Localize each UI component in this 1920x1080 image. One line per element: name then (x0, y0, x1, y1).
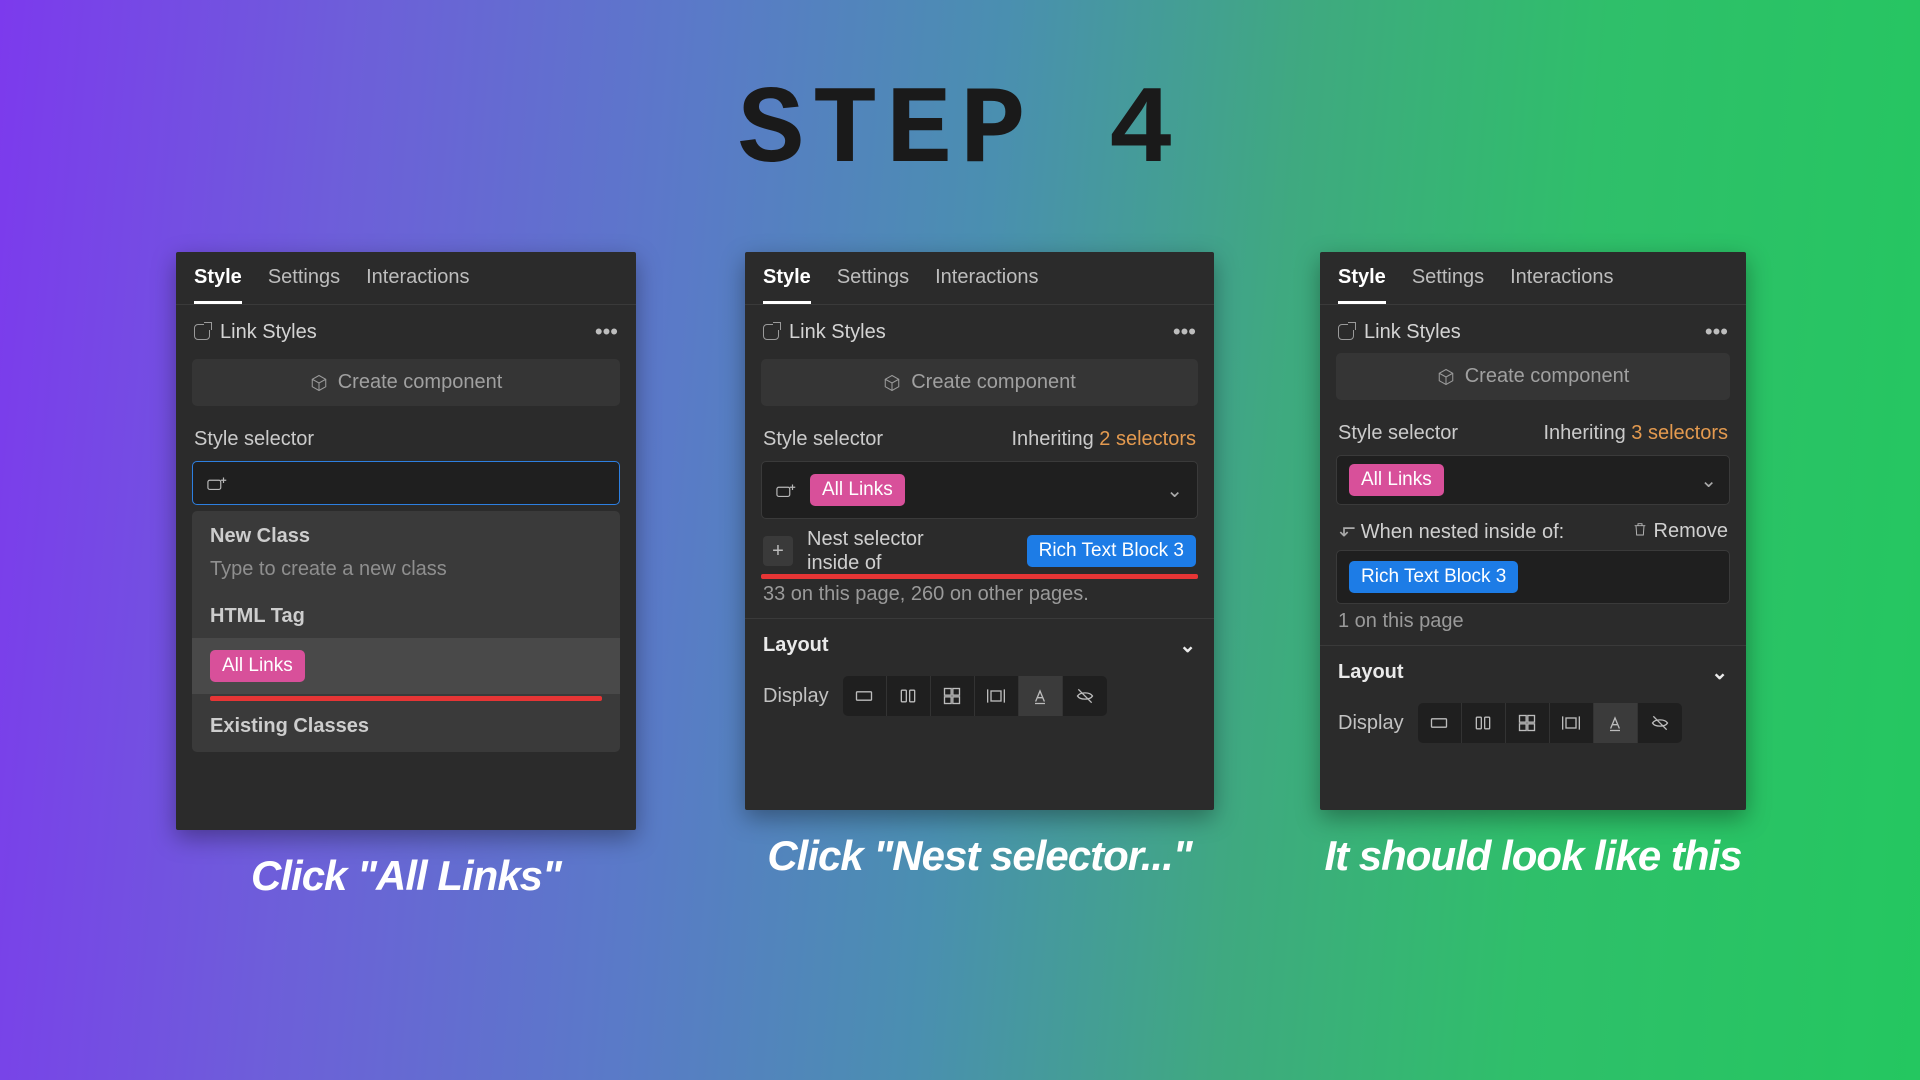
dd-item-all-links[interactable]: All Links (192, 638, 620, 694)
display-inline-button[interactable] (1594, 703, 1638, 743)
display-inline-button[interactable] (1019, 676, 1063, 716)
selector-count: 1 on this page (1320, 604, 1746, 645)
style-panel-2: Style Settings Interactions Link Styles … (745, 252, 1214, 810)
display-block-button[interactable] (1418, 703, 1462, 743)
style-selector-input[interactable]: All Links ⌄ (1336, 455, 1730, 505)
chevron-down-icon[interactable]: ⌄ (1166, 478, 1183, 503)
panel3-caption: It should look like this (1324, 832, 1741, 880)
display-grid-button[interactable] (931, 676, 975, 716)
tab-settings[interactable]: Settings (268, 266, 340, 304)
trash-icon (1632, 520, 1648, 543)
display-label: Display (763, 685, 829, 708)
remove-label: Remove (1654, 520, 1728, 543)
display-inlineblock-button[interactable] (1550, 703, 1594, 743)
breadcrumb: Link Styles (220, 321, 317, 344)
dd-existing: Existing Classes (192, 701, 620, 748)
layout-section[interactable]: Layout ⌄ (1320, 645, 1746, 699)
display-none-button[interactable] (1638, 703, 1682, 743)
panel-tabs: Style Settings Interactions (1320, 252, 1746, 305)
display-none-button[interactable] (1063, 676, 1107, 716)
all-links-pill: All Links (1349, 464, 1444, 496)
tab-style[interactable]: Style (1338, 266, 1386, 304)
style-selector-label: Style selector (194, 428, 314, 451)
dd-new-class: New Class (192, 515, 620, 558)
panel1-caption: Click "All Links" (251, 852, 561, 900)
panel2-caption: Click "Nest selector..." (767, 832, 1191, 880)
chevron-down-icon[interactable]: ⌄ (1700, 468, 1717, 493)
selector-count: 33 on this page, 260 on other pages. (745, 577, 1214, 618)
external-icon (1338, 324, 1354, 340)
style-panel-1: Style Settings Interactions Link Styles … (176, 252, 636, 830)
tab-style[interactable]: Style (763, 266, 811, 304)
tab-interactions[interactable]: Interactions (1510, 266, 1613, 304)
style-selector-input[interactable]: All Links ⌄ (761, 461, 1198, 519)
inheriting-label: Inheriting 2 selectors (1011, 428, 1196, 451)
more-icon[interactable]: ••• (1705, 319, 1728, 345)
nest-selector-label: Nest selector inside of (807, 527, 924, 575)
breadcrumb: Link Styles (789, 321, 886, 344)
nested-selector-input[interactable]: Rich Text Block 3 (1336, 550, 1730, 604)
display-grid-button[interactable] (1506, 703, 1550, 743)
remove-button[interactable]: Remove (1632, 520, 1728, 543)
layout-section[interactable]: Layout ⌄ (745, 618, 1214, 672)
tab-interactions[interactable]: Interactions (935, 266, 1038, 304)
create-component-button[interactable]: Create component (192, 359, 620, 406)
display-block-button[interactable] (843, 676, 887, 716)
display-toggle-group (1418, 703, 1682, 743)
arrow-icon: ↳ (1334, 523, 1359, 540)
tab-style[interactable]: Style (194, 266, 242, 304)
tab-settings[interactable]: Settings (1412, 266, 1484, 304)
add-class-icon (207, 474, 229, 492)
external-icon (194, 324, 210, 340)
style-panel-3: Style Settings Interactions Link Styles … (1320, 252, 1746, 810)
nested-inside-label: ↳When nested inside of: (1338, 519, 1564, 544)
inheriting-label: Inheriting 3 selectors (1543, 422, 1728, 445)
chevron-down-icon: ⌄ (1711, 660, 1728, 685)
dd-html-tag: HTML Tag (192, 595, 620, 638)
layout-label: Layout (763, 634, 829, 657)
nest-selector-row[interactable]: + Nest selector inside of Rich Text Bloc… (745, 519, 1214, 577)
display-flex-button[interactable] (887, 676, 931, 716)
style-selector-label: Style selector (1338, 422, 1458, 445)
style-selector-input[interactable] (192, 461, 620, 505)
display-inlineblock-button[interactable] (975, 676, 1019, 716)
create-component-label: Create component (338, 371, 503, 394)
display-label: Display (1338, 712, 1404, 735)
panel-tabs: Style Settings Interactions (745, 252, 1214, 305)
external-icon (763, 324, 779, 340)
more-icon[interactable]: ••• (595, 319, 618, 345)
rich-text-pill: Rich Text Block 3 (1349, 561, 1518, 593)
create-component-button[interactable]: Create component (761, 359, 1198, 406)
create-component-label: Create component (1465, 365, 1630, 388)
breadcrumb: Link Styles (1364, 321, 1461, 344)
cube-icon (1437, 368, 1455, 386)
style-selector-label: Style selector (763, 428, 883, 451)
create-component-label: Create component (911, 371, 1076, 394)
panel-tabs: Style Settings Interactions (176, 252, 636, 305)
chevron-down-icon: ⌄ (1179, 633, 1196, 658)
dd-hint: Type to create a new class (192, 558, 620, 595)
all-links-pill: All Links (810, 474, 905, 506)
create-component-button[interactable]: Create component (1336, 353, 1730, 400)
all-links-pill: All Links (210, 650, 305, 682)
plus-icon[interactable]: + (763, 536, 793, 566)
rich-text-pill: Rich Text Block 3 (1027, 535, 1196, 567)
cube-icon (883, 374, 901, 392)
cube-icon (310, 374, 328, 392)
display-flex-button[interactable] (1462, 703, 1506, 743)
page-title: STEP 4 (738, 70, 1182, 195)
display-toggle-group (843, 676, 1107, 716)
layout-label: Layout (1338, 661, 1404, 684)
add-class-icon (776, 481, 798, 499)
tab-interactions[interactable]: Interactions (366, 266, 469, 304)
more-icon[interactable]: ••• (1173, 319, 1196, 345)
tab-settings[interactable]: Settings (837, 266, 909, 304)
selector-dropdown: New Class Type to create a new class HTM… (192, 511, 620, 752)
